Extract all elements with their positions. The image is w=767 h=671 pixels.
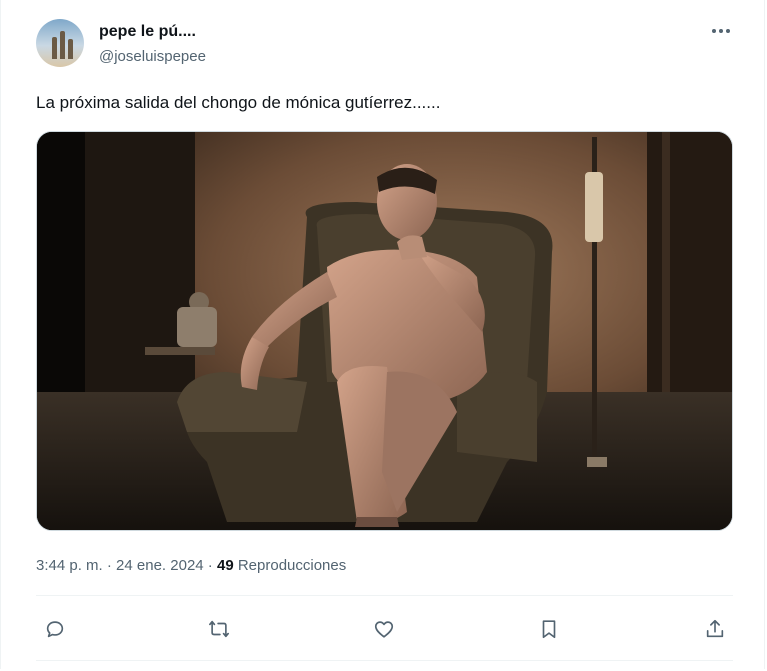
meta-separator: · xyxy=(102,557,117,574)
tweet-media[interactable] xyxy=(36,131,733,531)
share-icon xyxy=(706,619,724,638)
tweet-text: La próxima salida del chongo de mónica g… xyxy=(36,93,441,112)
bookmark-icon xyxy=(542,620,556,639)
bookmark-button[interactable] xyxy=(532,612,566,646)
reply-button[interactable] xyxy=(38,612,72,646)
avatar-tower-center xyxy=(60,31,65,59)
share-button[interactable] xyxy=(698,612,732,646)
media-image xyxy=(37,132,732,530)
views-label: Reproducciones xyxy=(233,557,347,574)
avatar-tower-left xyxy=(52,37,57,59)
bottom-divider xyxy=(36,660,733,661)
divider xyxy=(36,595,733,596)
heart-icon xyxy=(374,621,394,638)
more-options-icon[interactable] xyxy=(710,22,732,40)
tweet-time[interactable]: 3:44 p. m. xyxy=(36,557,103,574)
avatar[interactable] xyxy=(36,19,84,67)
tweet-meta: 3:44 p. m. · 24 ene. 2024 · 49 Reproducc… xyxy=(36,557,346,574)
retweet-icon xyxy=(209,620,229,638)
author-name[interactable]: pepe le pú.... xyxy=(99,23,196,41)
tweet-card: pepe le pú.... @joseluispepee La próxima… xyxy=(0,0,765,669)
reply-icon xyxy=(46,621,64,638)
views-count: 49 xyxy=(216,557,234,574)
like-button[interactable] xyxy=(367,612,401,646)
author-handle[interactable]: @joseluispepee xyxy=(99,48,206,65)
meta-separator: · xyxy=(203,557,217,574)
tweet-date[interactable]: 24 ene. 2024 xyxy=(116,557,204,574)
avatar-tower-right xyxy=(68,39,73,59)
retweet-button[interactable] xyxy=(202,612,236,646)
